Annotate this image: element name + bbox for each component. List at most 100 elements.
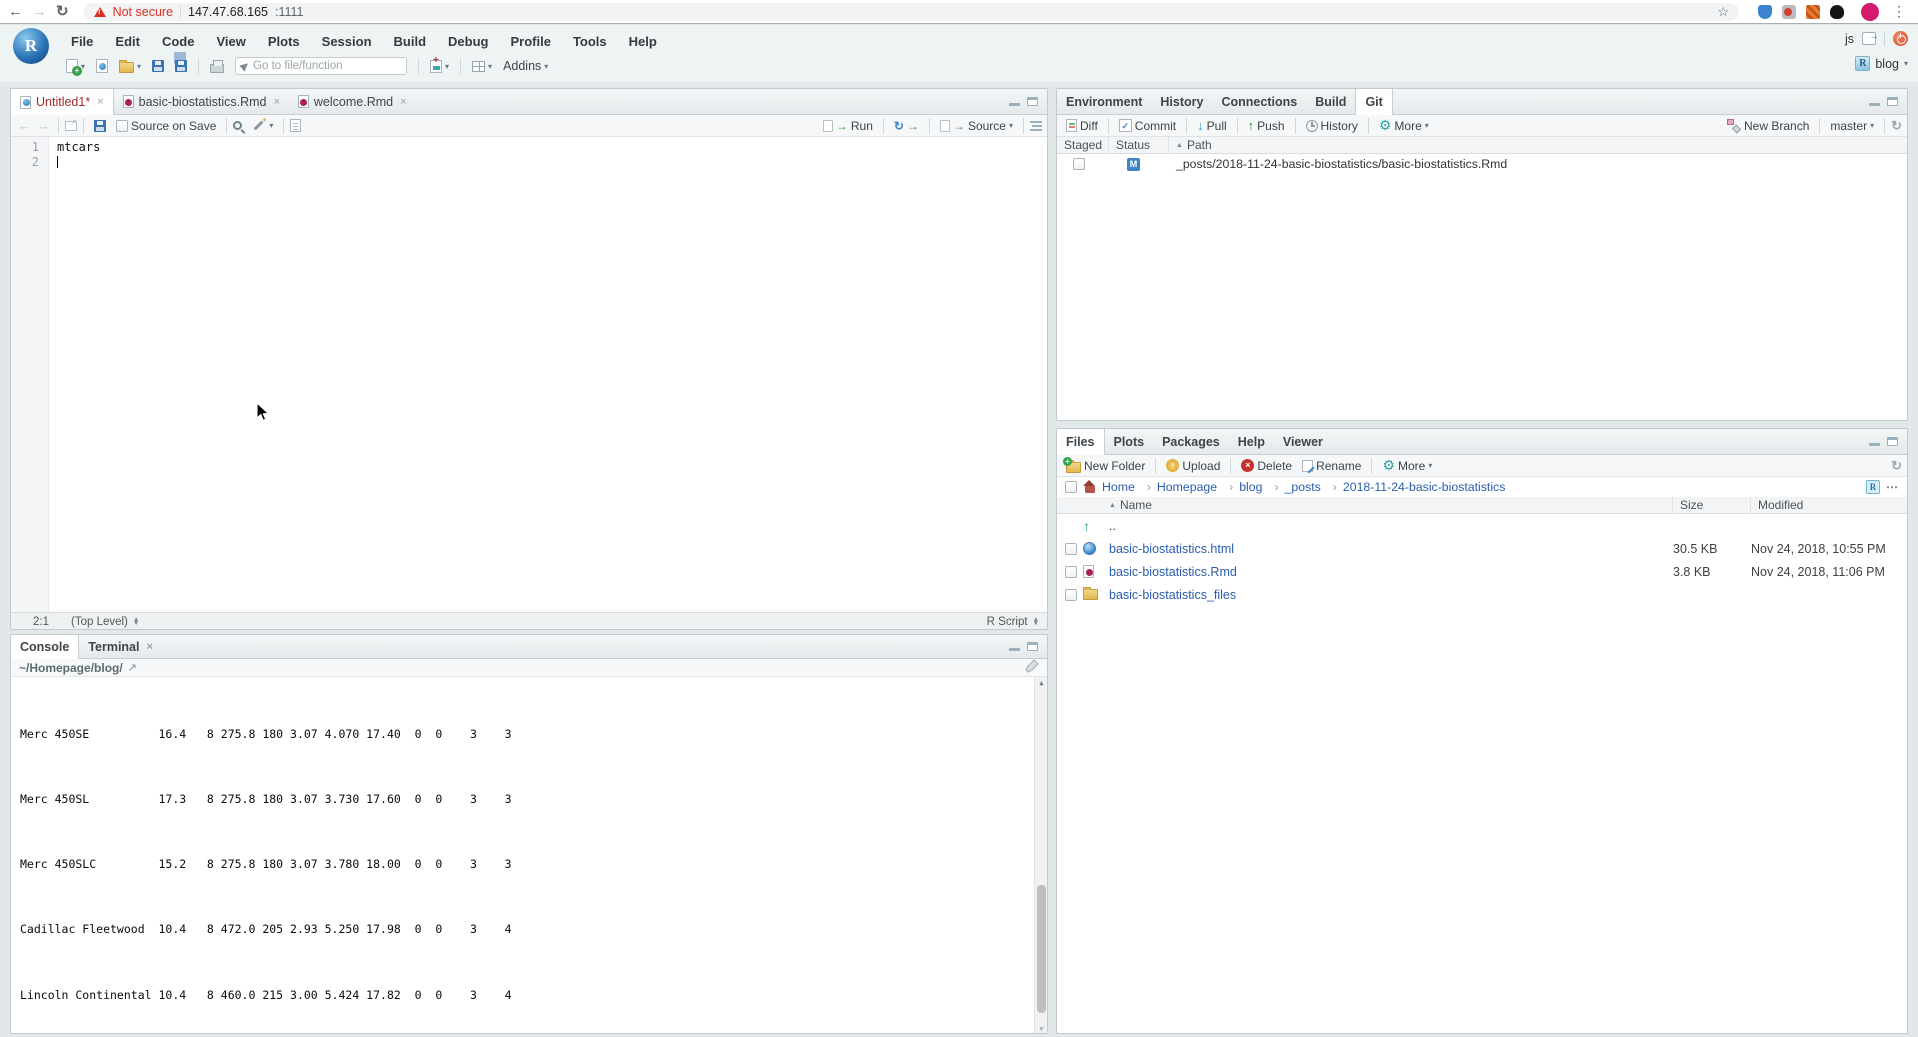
tab-console[interactable]: Console bbox=[11, 635, 79, 659]
parent-directory-row[interactable]: .. bbox=[1057, 514, 1907, 537]
maximize-pane-icon[interactable] bbox=[1027, 97, 1038, 106]
refresh-icon[interactable] bbox=[1891, 118, 1902, 134]
breadcrumb-link[interactable]: Homepage bbox=[1141, 480, 1217, 494]
new-file-button[interactable]: ▾ bbox=[62, 55, 89, 77]
goto-file-box[interactable] bbox=[235, 57, 407, 75]
compile-report-icon[interactable] bbox=[290, 119, 301, 132]
code-editor[interactable]: 1 2 mtcars bbox=[11, 137, 1047, 612]
file-row[interactable]: basic-biostatistics.Rmd 3.8 KB Nov 24, 2… bbox=[1057, 560, 1907, 583]
extension-icon-red[interactable] bbox=[1782, 5, 1796, 19]
bookmark-star-icon[interactable]: ☆ bbox=[1717, 4, 1729, 20]
extension-icon-black[interactable] bbox=[1830, 5, 1844, 19]
column-size[interactable]: Size bbox=[1673, 497, 1751, 513]
file-checkbox[interactable] bbox=[1065, 566, 1077, 578]
maximize-pane-icon[interactable] bbox=[1027, 642, 1038, 651]
tab-welcome[interactable]: welcome.Rmd × bbox=[289, 89, 416, 114]
source-on-save-checkbox[interactable]: Source on Save bbox=[112, 115, 220, 137]
file-row[interactable]: basic-biostatistics_files bbox=[1057, 583, 1907, 606]
run-button[interactable]: →Run bbox=[819, 115, 877, 137]
close-tab-icon[interactable]: × bbox=[400, 96, 406, 108]
new-branch-button[interactable]: New Branch bbox=[1723, 115, 1813, 137]
menu-item[interactable]: View bbox=[205, 34, 256, 49]
tab-environment[interactable]: Environment bbox=[1057, 89, 1151, 114]
tab-plots[interactable]: Plots bbox=[1105, 429, 1154, 454]
file-name-link[interactable]: basic-biostatistics_files bbox=[1109, 588, 1673, 602]
menu-item[interactable]: Build bbox=[383, 34, 438, 49]
column-staged[interactable]: Staged bbox=[1057, 137, 1109, 153]
popout-editor-icon[interactable] bbox=[65, 121, 77, 131]
menu-item[interactable]: File bbox=[60, 34, 104, 49]
file-checkbox[interactable] bbox=[1065, 589, 1077, 601]
scroll-down-icon[interactable]: ▼ bbox=[1035, 1023, 1048, 1034]
tab-help[interactable]: Help bbox=[1229, 429, 1274, 454]
close-tab-icon[interactable]: × bbox=[273, 96, 279, 108]
push-button[interactable]: ↑Push bbox=[1244, 115, 1289, 137]
menu-item[interactable]: Debug bbox=[437, 34, 499, 49]
tab-viewer[interactable]: Viewer bbox=[1274, 429, 1332, 454]
save-file-button[interactable] bbox=[90, 115, 110, 137]
back-icon[interactable]: ← bbox=[8, 1, 23, 23]
menu-item[interactable]: Code bbox=[151, 34, 206, 49]
extension-icon-orange[interactable] bbox=[1806, 5, 1820, 19]
commit-button[interactable]: ✓Commit bbox=[1115, 115, 1180, 137]
extension-icon-blue[interactable] bbox=[1758, 5, 1772, 19]
menu-item[interactable]: Session bbox=[311, 34, 383, 49]
column-modified[interactable]: Modified bbox=[1751, 497, 1907, 513]
pane-layout-button[interactable]: ▾ bbox=[468, 55, 496, 77]
tab-basic-biostatistics[interactable]: basic-biostatistics.Rmd × bbox=[114, 89, 289, 114]
menu-item[interactable]: Help bbox=[618, 34, 668, 49]
tab-connections[interactable]: Connections bbox=[1212, 89, 1306, 114]
scope-selector[interactable]: (Top Level) bbox=[71, 616, 128, 628]
clear-console-icon[interactable] bbox=[1024, 659, 1039, 676]
go-to-directory-button[interactable]: ⋯ bbox=[1886, 480, 1899, 494]
minimize-pane-icon[interactable] bbox=[1009, 97, 1020, 106]
version-control-button[interactable]: ▾ bbox=[426, 55, 453, 77]
branch-selector[interactable]: master▾ bbox=[1826, 115, 1878, 137]
staged-checkbox[interactable] bbox=[1073, 158, 1085, 170]
parent-directory-label[interactable]: .. bbox=[1109, 519, 1673, 533]
forward-navigation-icon[interactable]: → bbox=[35, 118, 52, 133]
close-tab-icon[interactable]: × bbox=[146, 641, 152, 653]
upload-button[interactable]: ↑Upload bbox=[1162, 455, 1224, 477]
menu-item[interactable]: Tools bbox=[562, 34, 618, 49]
file-checkbox[interactable] bbox=[1065, 543, 1077, 555]
menu-item[interactable]: Plots bbox=[257, 34, 311, 49]
close-tab-icon[interactable]: × bbox=[97, 96, 103, 108]
column-name[interactable]: ▲Name bbox=[1109, 497, 1673, 513]
profile-avatar[interactable] bbox=[1861, 3, 1879, 21]
tab-packages[interactable]: Packages bbox=[1153, 429, 1229, 454]
file-name-link[interactable]: basic-biostatistics.html bbox=[1109, 542, 1673, 556]
up-directory-icon[interactable] bbox=[1083, 518, 1090, 534]
tab-terminal[interactable]: Terminal× bbox=[79, 635, 162, 658]
document-outline-icon[interactable] bbox=[1030, 121, 1042, 131]
back-navigation-icon[interactable]: ← bbox=[16, 118, 33, 133]
scroll-up-icon[interactable]: ▲ bbox=[1035, 677, 1048, 689]
file-type-selector[interactable]: R Script bbox=[987, 616, 1028, 628]
open-directory-icon[interactable]: ↗ bbox=[128, 661, 137, 674]
git-more-button[interactable]: More▾ bbox=[1375, 115, 1433, 137]
addins-button[interactable]: Addins▾ bbox=[499, 55, 552, 77]
breadcrumb-link[interactable]: blog bbox=[1223, 480, 1262, 494]
new-project-button[interactable] bbox=[92, 55, 112, 77]
home-icon[interactable] bbox=[1083, 482, 1096, 494]
files-more-button[interactable]: More▾ bbox=[1378, 455, 1436, 477]
find-replace-icon[interactable] bbox=[233, 121, 242, 130]
git-file-row[interactable]: M _posts/2018-11-24-basic-biostatistics/… bbox=[1057, 154, 1907, 174]
diff-button[interactable]: Diff bbox=[1062, 115, 1102, 137]
maximize-pane-icon[interactable] bbox=[1887, 437, 1898, 446]
address-bar[interactable]: Not secure 147.47.68.165:1111 ☆ bbox=[84, 3, 1739, 21]
refresh-icon[interactable] bbox=[1891, 458, 1902, 474]
column-path[interactable]: ▲Path bbox=[1169, 137, 1907, 153]
reload-icon[interactable]: ↻ bbox=[56, 1, 69, 23]
file-row[interactable]: basic-biostatistics.html 30.5 KB Nov 24,… bbox=[1057, 537, 1907, 560]
minimize-pane-icon[interactable] bbox=[1009, 642, 1020, 651]
save-all-button[interactable] bbox=[171, 55, 191, 77]
history-button[interactable]: History bbox=[1302, 115, 1362, 137]
new-folder-button[interactable]: New Folder bbox=[1062, 455, 1149, 477]
column-status[interactable]: Status bbox=[1109, 137, 1169, 153]
pull-button[interactable]: ↓Pull bbox=[1193, 115, 1231, 137]
console-scrollbar[interactable]: ▲ ▼ bbox=[1034, 677, 1047, 1034]
project-selector[interactable]: R blog ▾ bbox=[1855, 56, 1908, 71]
minimize-pane-icon[interactable] bbox=[1869, 437, 1880, 446]
project-directory-icon[interactable]: R bbox=[1866, 480, 1880, 494]
